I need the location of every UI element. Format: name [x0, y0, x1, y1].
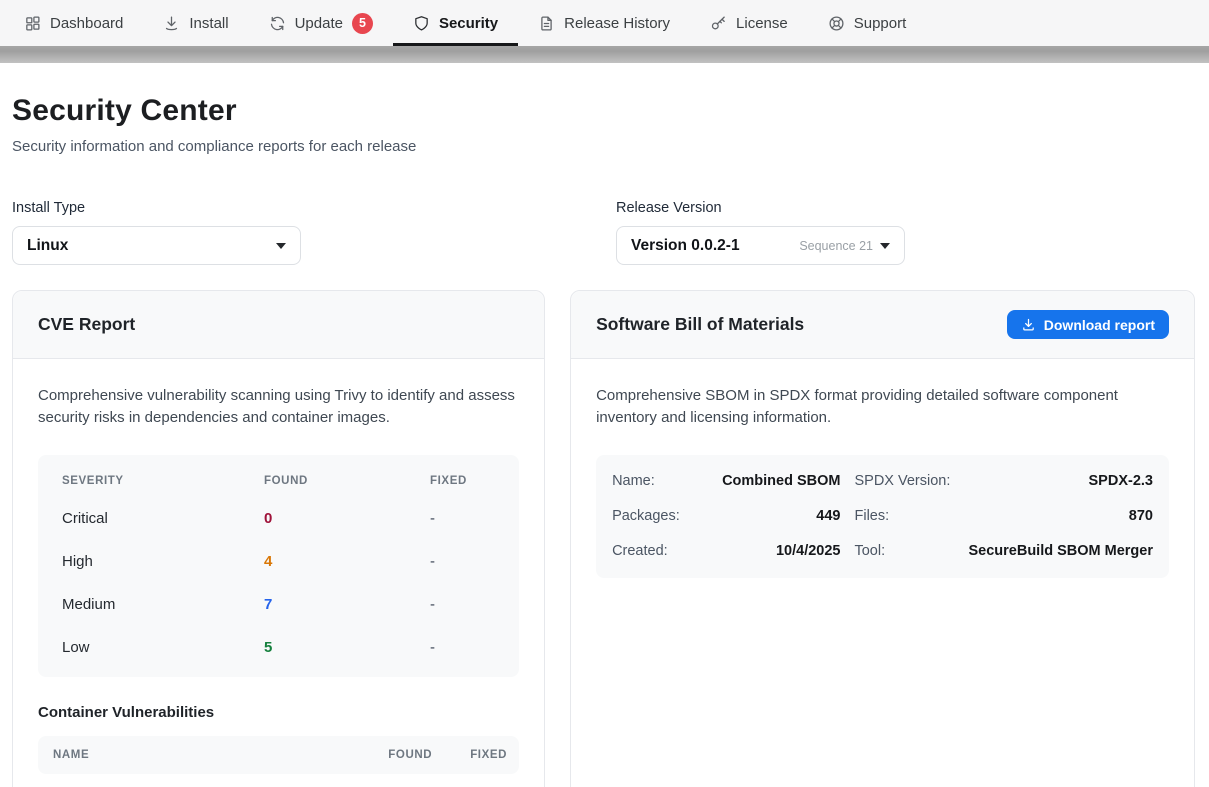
- sbom-card-title: Software Bill of Materials: [596, 314, 804, 335]
- fixed-value: -: [430, 596, 495, 613]
- sequence-meta: Sequence 21: [799, 239, 873, 253]
- file-text-icon: [538, 15, 555, 32]
- table-row-low: Low 5 -: [62, 626, 495, 669]
- install-type-select[interactable]: Linux: [12, 226, 301, 265]
- sbom-detail-label: Files:: [854, 499, 954, 534]
- severity-label: High: [62, 553, 264, 570]
- sbom-detail-value: 449: [722, 499, 840, 534]
- refresh-icon: [269, 15, 286, 32]
- fixed-value: -: [430, 510, 495, 527]
- sbom-description: Comprehensive SBOM in SPDX format provid…: [596, 385, 1126, 429]
- found-value: 0: [264, 510, 430, 527]
- nav-label: Update: [295, 15, 343, 32]
- found-value: 7: [264, 596, 430, 613]
- nav-label: Install: [189, 15, 228, 32]
- cards-row: CVE Report Comprehensive vulnerability s…: [12, 290, 1195, 787]
- table-row-critical: Critical 0 -: [62, 497, 495, 540]
- download-report-label: Download report: [1044, 317, 1155, 333]
- fixed-value: -: [430, 639, 495, 656]
- sbom-detail-value: SecureBuild SBOM Merger: [968, 534, 1153, 569]
- cve-card-title: CVE Report: [38, 314, 135, 335]
- container-vulns-title: Container Vulnerabilities: [38, 704, 519, 721]
- chevron-down-icon: [880, 243, 890, 249]
- severity-label: Low: [62, 639, 264, 656]
- col-found: FOUND: [388, 749, 432, 761]
- page-title: Security Center: [12, 94, 1195, 128]
- nav-shadow-divider: [0, 46, 1209, 63]
- sbom-detail-value: 10/4/2025: [722, 534, 840, 569]
- severity-label: Critical: [62, 510, 264, 527]
- sbom-detail-value: Combined SBOM: [722, 464, 840, 499]
- col-severity: SEVERITY: [62, 475, 264, 487]
- filters-row: Install Type Linux Release Version Versi…: [12, 200, 1195, 265]
- install-type-filter: Install Type Linux: [12, 200, 591, 265]
- severity-label: Medium: [62, 596, 264, 613]
- release-version-select[interactable]: Version 0.0.2-1 Sequence 21: [616, 226, 905, 265]
- dashboard-grid-icon: [24, 15, 41, 32]
- fixed-value: -: [430, 553, 495, 570]
- found-value: 4: [264, 553, 430, 570]
- sbom-detail-value: 870: [968, 499, 1153, 534]
- main-content: Security Center Security information and…: [0, 94, 1209, 787]
- chevron-down-icon: [276, 243, 286, 249]
- sbom-detail-label: SPDX Version:: [854, 464, 954, 499]
- nav-item-release-history[interactable]: Release History: [518, 0, 690, 46]
- sbom-detail-label: Packages:: [612, 499, 708, 534]
- nav-item-security[interactable]: Security: [393, 0, 518, 46]
- sbom-card: Software Bill of Materials Download repo…: [570, 290, 1195, 787]
- nav-label: License: [736, 15, 788, 32]
- cve-description: Comprehensive vulnerability scanning usi…: [38, 385, 519, 429]
- key-icon: [710, 15, 727, 32]
- table-row-medium: Medium 7 -: [62, 583, 495, 626]
- col-fixed: FIXED: [430, 475, 495, 487]
- download-report-button[interactable]: Download report: [1007, 310, 1169, 339]
- top-nav: Dashboard Install Update 5 Security Rele…: [0, 0, 1209, 46]
- install-type-value: Linux: [27, 237, 68, 255]
- severity-table-header: SEVERITY FOUND FIXED: [62, 459, 495, 497]
- nav-item-support[interactable]: Support: [808, 0, 927, 46]
- col-name: NAME: [53, 749, 350, 761]
- sbom-detail-label: Created:: [612, 534, 708, 569]
- update-count-badge: 5: [352, 13, 373, 34]
- nav-item-install[interactable]: Install: [143, 0, 248, 46]
- severity-table: SEVERITY FOUND FIXED Critical 0 - High 4…: [38, 455, 519, 677]
- sbom-detail-label: Name:: [612, 464, 708, 499]
- nav-item-update[interactable]: Update 5: [249, 0, 393, 46]
- sbom-card-header: Software Bill of Materials Download repo…: [571, 291, 1194, 359]
- nav-label: Security: [439, 15, 498, 32]
- sbom-detail-label: Tool:: [854, 534, 954, 569]
- cve-report-card: CVE Report Comprehensive vulnerability s…: [12, 290, 545, 787]
- page-subtitle: Security information and compliance repo…: [12, 138, 1195, 155]
- nav-label: Release History: [564, 15, 670, 32]
- cve-card-header: CVE Report: [13, 291, 544, 359]
- col-fixed: FIXED: [470, 749, 507, 761]
- nav-item-dashboard[interactable]: Dashboard: [4, 0, 143, 46]
- release-version-filter: Release Version Version 0.0.2-1 Sequence…: [616, 200, 1195, 265]
- download-icon: [163, 15, 180, 32]
- install-type-label: Install Type: [12, 200, 591, 216]
- nav-label: Dashboard: [50, 15, 123, 32]
- container-vulns-table-header: NAME FOUND FIXED: [38, 736, 519, 774]
- cve-card-body: Comprehensive vulnerability scanning usi…: [13, 359, 544, 787]
- release-version-label: Release Version: [616, 200, 1195, 216]
- sbom-details-panel: Name: Combined SBOM SPDX Version: SPDX-2…: [596, 455, 1169, 578]
- table-row-high: High 4 -: [62, 540, 495, 583]
- download-icon: [1021, 317, 1036, 332]
- life-buoy-icon: [828, 15, 845, 32]
- release-version-value: Version 0.0.2-1: [631, 237, 740, 255]
- sbom-detail-value: SPDX-2.3: [968, 464, 1153, 499]
- nav-item-license[interactable]: License: [690, 0, 808, 46]
- found-value: 5: [264, 639, 430, 656]
- shield-icon: [413, 15, 430, 32]
- nav-label: Support: [854, 15, 907, 32]
- col-found: FOUND: [264, 475, 430, 487]
- sbom-card-body: Comprehensive SBOM in SPDX format provid…: [571, 359, 1194, 604]
